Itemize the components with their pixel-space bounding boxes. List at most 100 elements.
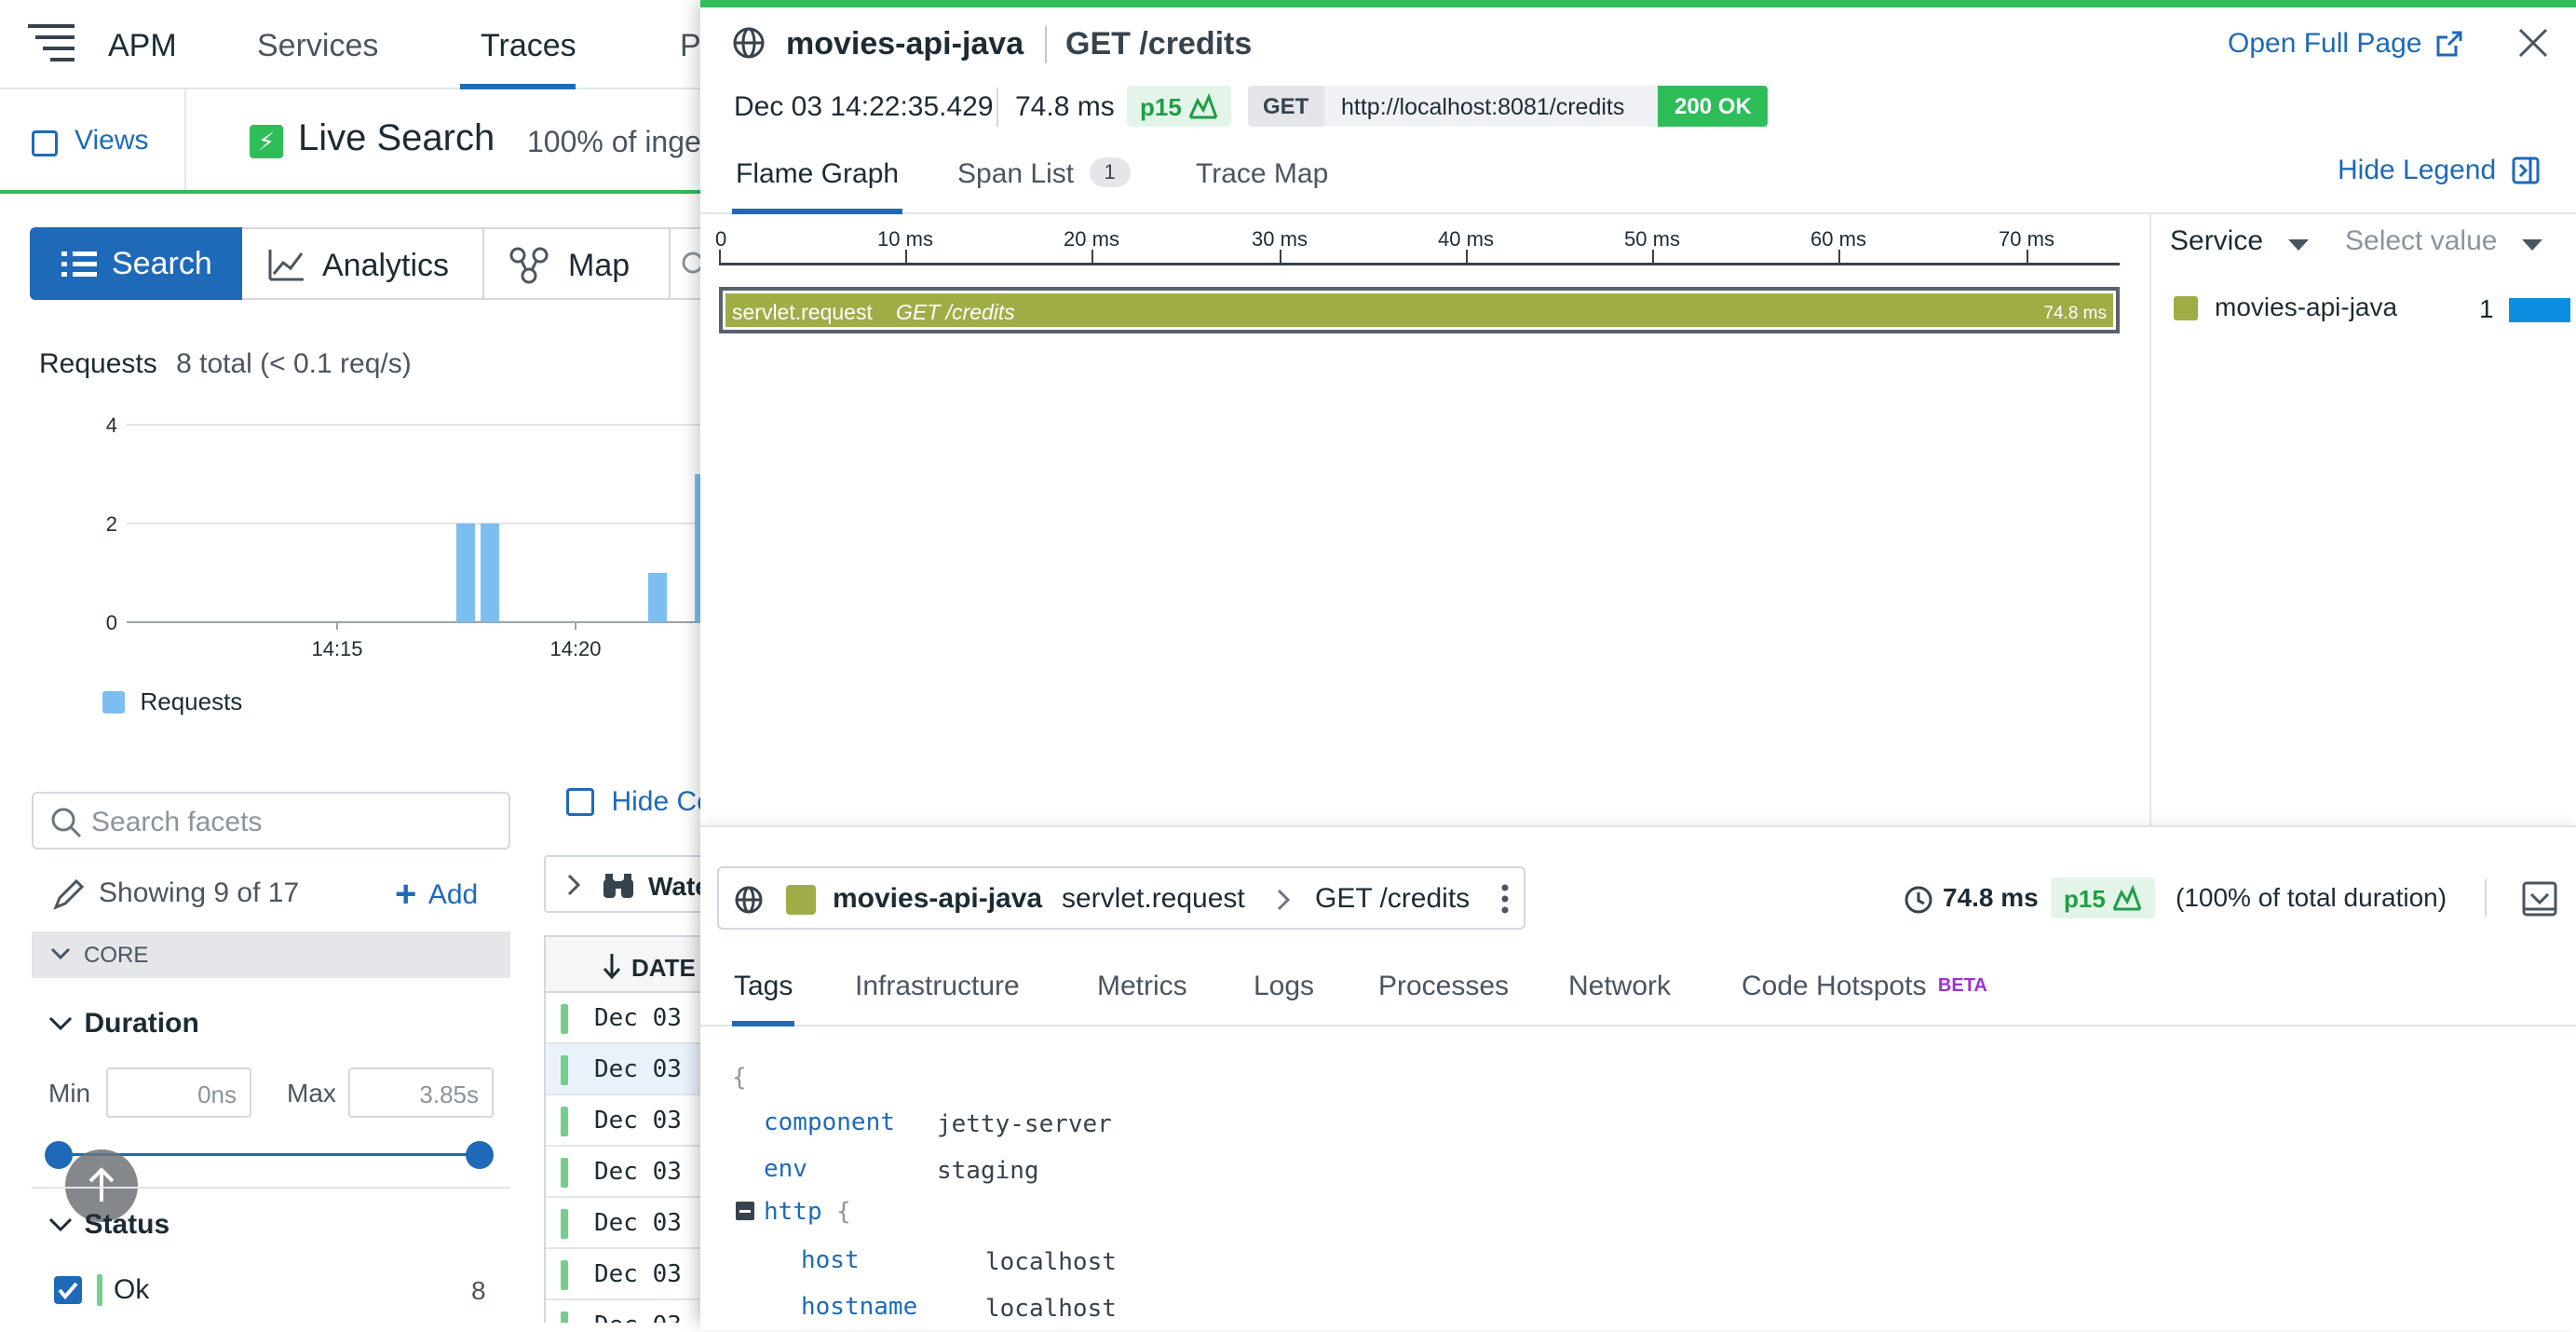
tab-span-list-label: Span List [957,158,1075,189]
hide-controls-button[interactable]: Hide Co [566,786,712,818]
facet-search[interactable]: Search facets [32,792,510,849]
nav-traces[interactable]: Traces [460,0,576,89]
table-header: DATE [544,935,708,993]
max-label: Max [287,1079,336,1108]
tag-hostname-value[interactable]: localhost [985,1295,1117,1323]
duration-slider-max-handle[interactable] [466,1141,494,1169]
requests-bar [481,523,499,622]
watchdog-row[interactable]: Wate [544,855,710,913]
duration-facet-header[interactable]: Duration [48,1008,199,1040]
y-tick-label: 0 [106,611,117,634]
table-row[interactable]: Dec 03 [546,1044,708,1095]
tag-hostname-key[interactable]: hostname [801,1293,917,1321]
breadcrumb-service-swatch [786,885,816,915]
tag-env-value[interactable]: staging [937,1157,1039,1185]
open-full-page-link[interactable]: Open Full Page [2228,28,2463,60]
ingest-note: 100% of inge [527,125,701,158]
max-input[interactable]: 3.85s [348,1067,494,1118]
tab-logs[interactable]: Logs [1254,958,1314,1015]
map-mode-button[interactable]: Map [484,227,671,300]
min-value: 0ns [197,1081,237,1108]
timeline-axis-line [719,263,2120,265]
legend-value-select[interactable]: Select value [2345,225,2565,257]
hide-legend-button[interactable]: Hide Legend [2338,155,2540,186]
add-facet-button[interactable]: + Add [395,874,478,916]
tab-tags[interactable]: Tags [732,958,795,1026]
table-row[interactable]: Dec 03 [546,1249,708,1300]
tab-processes[interactable]: Processes [1378,958,1509,1015]
legend-item-count: 1 [2479,294,2494,323]
table-row[interactable]: Dec 03 [546,1147,708,1198]
nav-services[interactable]: Services [257,28,378,64]
apm-logo[interactable]: APM [108,28,177,64]
distribution-icon [2112,885,2142,911]
tab-tags-label: Tags [734,971,793,1001]
tab-code-hotspots[interactable]: Code Hotspots BETA [1742,958,1987,1015]
table-row[interactable]: Dec 03 [546,1300,708,1323]
status-label: Status [84,1209,170,1240]
legend-item[interactable]: movies-api-java 1 [2174,291,2570,328]
status-ok-marker [97,1274,102,1306]
search-mode-button[interactable]: Search [30,227,242,300]
collapse-http-icon[interactable] [736,1202,754,1220]
json-open-brace: { [732,1064,747,1092]
requests-bar [648,573,667,622]
http-method-badge: GET [1248,86,1324,127]
requests-title: Requests 8 total (< 0.1 req/s) [39,348,412,380]
tag-host-value[interactable]: localhost [985,1248,1117,1276]
detail-divider [2485,879,2487,917]
timeline-tick-label: 20 ms [1064,227,1119,251]
clock-icon [1904,885,1933,915]
status-ok-marker [561,1004,568,1034]
span-percentile-badge[interactable]: p15 [2051,877,2155,918]
hide-controls-label: Hide Co [611,786,712,817]
percentile-label: p15 [1140,93,1182,121]
tag-http-brace: { [836,1198,851,1226]
tab-network[interactable]: Network [1568,958,1671,1015]
tab-span-list[interactable]: Span List 1 [957,145,1131,214]
flame-span-resource: GET /credits [896,300,1015,324]
tag-host-key[interactable]: host [801,1246,860,1274]
tab-flame-graph[interactable]: Flame Graph [732,145,903,214]
pencil-icon[interactable] [52,877,86,911]
status-ok-checkbox[interactable] [54,1276,82,1304]
row-date: Dec 03 [594,1158,682,1186]
more-options-icon[interactable] [1499,883,1511,915]
search-icon [50,807,82,838]
external-link-icon [2436,31,2462,57]
table-row[interactable]: Dec 03 [546,1095,708,1147]
tab-trace-map[interactable]: Trace Map [1196,145,1328,203]
flame-span-name: servlet.request [732,300,873,324]
close-icon[interactable] [2516,26,2550,60]
service-group-select[interactable]: Service [2170,225,2319,257]
date-column-header[interactable]: DATE [631,954,696,983]
core-section[interactable]: CORE [32,931,510,978]
y-tick-label: 4 [106,414,117,437]
tag-component-key[interactable]: component [764,1108,895,1136]
menu-icon[interactable] [28,22,80,67]
tag-http-key[interactable]: http [764,1198,822,1226]
x-tick-label: 14:15 [311,637,362,660]
analytics-mode-button[interactable]: Analytics [242,227,484,300]
tag-env-key[interactable]: env [764,1155,807,1183]
table-row[interactable]: Dec 03 [546,1198,708,1249]
table-row[interactable]: Dec 03 [546,993,708,1044]
collapse-detail-icon[interactable] [2522,881,2557,917]
sort-arrow-icon[interactable] [602,952,622,980]
divider [184,89,186,190]
breadcrumb-operation: servlet.request [1062,883,1245,914]
tag-component-value[interactable]: jetty-server [937,1110,1112,1138]
nav-profiles[interactable]: P [680,28,701,64]
tab-metrics[interactable]: Metrics [1097,958,1187,1015]
tab-infrastructure[interactable]: Infrastructure [855,958,1020,1015]
detail-tabs: Tags Infrastructure Metrics Logs Process… [700,958,2576,1026]
row-date: Dec 03 [594,1107,682,1135]
status-facet-header[interactable]: Status [48,1209,169,1241]
min-input[interactable]: 0ns [106,1067,251,1118]
facet-divider [32,1187,510,1189]
percentile-badge[interactable]: p15 [1127,86,1231,127]
requests-label: Requests [39,348,157,379]
flame-span-bar[interactable]: servlet.request GET /credits 74.8 ms [719,287,2120,333]
row-date: Dec 03 [594,1004,682,1032]
views-label: Views [75,125,149,156]
